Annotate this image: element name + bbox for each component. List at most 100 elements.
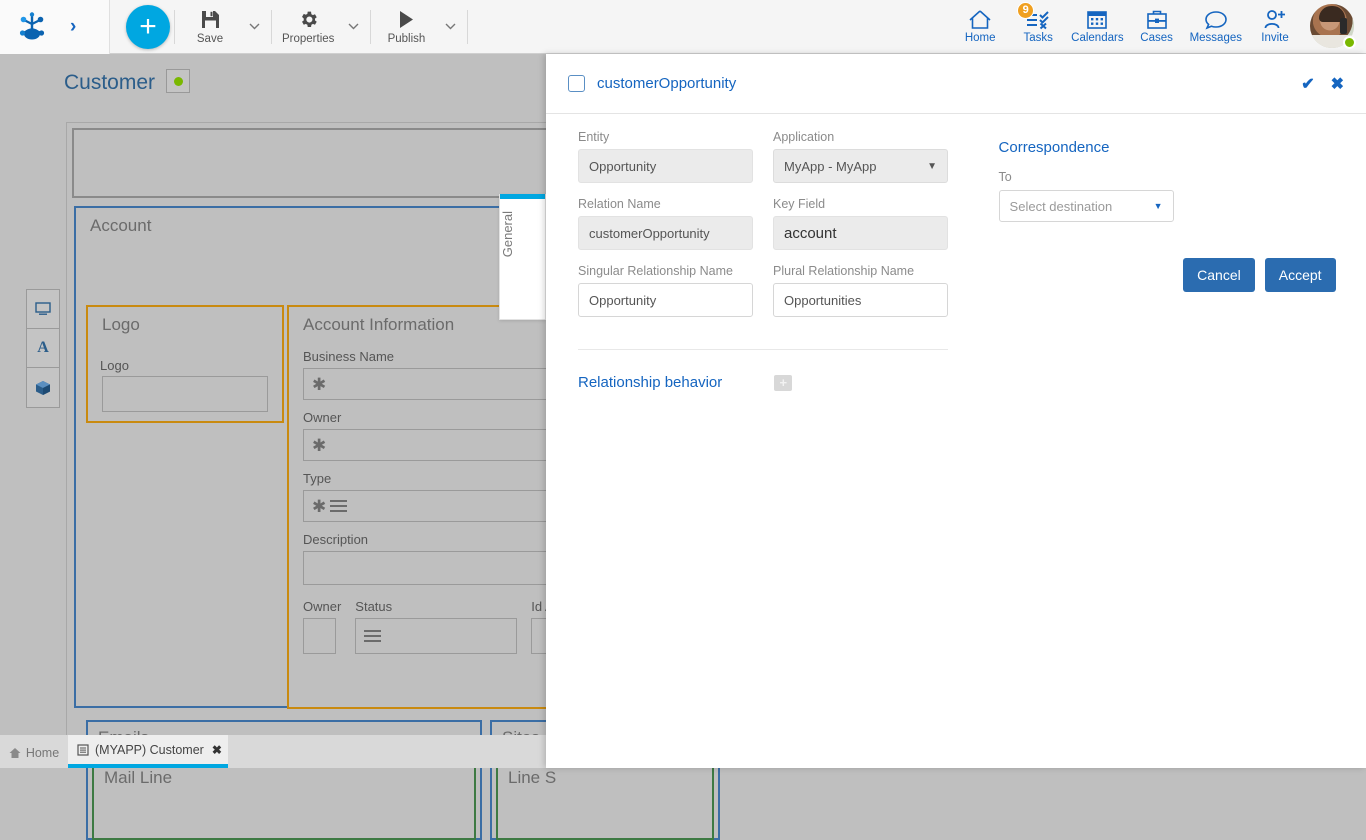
publish-button[interactable]: Publish [375, 2, 437, 52]
chevron-down-icon: ▼ [927, 161, 937, 172]
dialog-fields-column: Entity Opportunity Application MyApp - M… [578, 130, 971, 391]
person-add-icon [1263, 9, 1287, 30]
field-value-singular-relationship-name[interactable]: Opportunity [578, 283, 753, 317]
toolbar-divider [370, 10, 371, 44]
status-dot [174, 77, 183, 86]
nav-messages-label: Messages [1190, 32, 1242, 44]
field-value-application[interactable]: MyApp - MyApp ▼ [773, 149, 948, 183]
tasks-badge: 9 [1017, 2, 1034, 19]
field-label-application: Application [773, 130, 948, 144]
dialog-title: customerOpportunity [597, 75, 736, 92]
tab-close-icon[interactable]: ✖ [212, 743, 222, 757]
nav-tasks[interactable]: 9 Tasks [1009, 1, 1067, 53]
close-icon[interactable]: ✖ [1331, 74, 1344, 94]
dialog-body: Entity Opportunity Application MyApp - M… [546, 114, 1366, 768]
field-value-plural-relationship-name[interactable]: Opportunities [773, 283, 948, 317]
correspondence-column: Correspondence To Select destination ▼ C… [971, 130, 1344, 391]
field-input-logo[interactable] [102, 376, 268, 412]
cube-icon[interactable] [27, 368, 59, 407]
accept-button[interactable]: Accept [1265, 258, 1336, 292]
tab-myapp-customer[interactable]: (MYAPP) Customer ✖ [68, 735, 228, 768]
dialog-header-actions: ✔ ✖ [1301, 74, 1344, 94]
nav-home[interactable]: Home [951, 1, 1009, 53]
field-label-owner-2: Owner [303, 599, 341, 614]
cancel-button[interactable]: Cancel [1183, 258, 1255, 292]
nav-home-label: Home [965, 32, 996, 44]
avatar-status-dot [1343, 36, 1356, 49]
monitor-icon[interactable] [27, 290, 59, 329]
save-dropdown-chevron-down-icon[interactable] [241, 2, 267, 52]
relationship-behavior-link[interactable]: Relationship behavior [578, 374, 722, 391]
field-label-plural-relationship-name: Plural Relationship Name [773, 264, 948, 278]
tab-accent-bar [500, 194, 545, 199]
toolbar-divider [467, 10, 468, 44]
toolbar-right-nav: Home 9 Tasks Calendars [951, 0, 1366, 54]
field-value-relation-name[interactable]: customerOpportunity [578, 216, 753, 250]
knowledge-tree-logo[interactable] [16, 11, 48, 43]
field-value-entity[interactable]: Opportunity [578, 149, 753, 183]
save-label: Save [197, 33, 223, 45]
save-button[interactable]: Save [179, 2, 241, 52]
field-label-relation-name: Relation Name [578, 197, 753, 211]
add-behavior-button[interactable]: + [774, 375, 792, 391]
dialog-buttons: Cancel Accept [999, 258, 1336, 292]
save-icon [200, 9, 221, 30]
field-input-status[interactable] [355, 618, 517, 654]
dialog-divider [578, 349, 948, 350]
field-relation-name: Relation Name customerOpportunity [578, 197, 753, 250]
briefcase-icon [1146, 9, 1168, 30]
field-label-entity: Entity [578, 130, 753, 144]
page-title: Customer [64, 71, 155, 95]
required-asterisk-icon: ✱ [312, 437, 326, 454]
add-new-button[interactable]: + [126, 5, 170, 49]
required-asterisk-icon: ✱ [312, 498, 326, 515]
chat-bubble-icon [1204, 9, 1228, 30]
avatar[interactable] [1310, 4, 1356, 50]
home-icon [9, 747, 21, 759]
relationship-dialog: customerOpportunity ✔ ✖ Entity Opportuni… [546, 54, 1366, 768]
field-entity: Entity Opportunity [578, 130, 753, 183]
field-key-field: Key Field account [773, 197, 948, 250]
field-singular-relationship-name: Singular Relationship Name Opportunity [578, 264, 753, 317]
destination-placeholder: Select destination [1010, 199, 1113, 214]
required-asterisk-icon: ✱ [312, 376, 326, 393]
designer-group-line-s[interactable]: Line S [496, 760, 714, 840]
field-input-owner-2[interactable] [303, 618, 336, 654]
tab-home[interactable]: Home [0, 738, 68, 768]
list-menu-icon[interactable] [364, 627, 381, 645]
bottom-tabbar: Home (MYAPP) Customer ✖ [0, 735, 546, 768]
field-plural-relationship-name: Plural Relationship Name Opportunities [773, 264, 948, 317]
field-value-key-field[interactable]: account [773, 216, 948, 250]
main-toolbar: › + Save Properties Publish Home [0, 0, 1366, 54]
nav-invite-label: Invite [1261, 32, 1289, 44]
field-label-singular-relationship-name: Singular Relationship Name [578, 264, 753, 278]
play-icon [396, 9, 417, 30]
check-icon[interactable]: ✔ [1301, 74, 1314, 94]
field-application: Application MyApp - MyApp ▼ [773, 130, 948, 183]
field-label-logo: Logo [100, 358, 129, 373]
dialog-select-checkbox[interactable] [568, 75, 585, 92]
field-label-status: Status [355, 599, 517, 614]
sidebar-expand-icon[interactable]: › [70, 17, 76, 36]
dialog-header: customerOpportunity ✔ ✖ [546, 54, 1366, 114]
text-a-icon[interactable]: A [27, 329, 59, 368]
relationship-behavior-row: Relationship behavior + [578, 374, 971, 391]
properties-button[interactable]: Properties [276, 2, 340, 52]
toolbar-divider [174, 10, 175, 44]
destination-select[interactable]: Select destination ▼ [999, 190, 1174, 222]
publish-dropdown-chevron-down-icon[interactable] [437, 2, 463, 52]
list-menu-icon[interactable] [330, 497, 347, 515]
properties-label: Properties [282, 33, 334, 45]
nav-messages[interactable]: Messages [1186, 1, 1246, 53]
calendar-icon [1086, 9, 1108, 30]
tab-general[interactable]: General [499, 194, 546, 320]
document-icon [77, 744, 89, 756]
properties-dropdown-chevron-down-icon[interactable] [340, 2, 366, 52]
nav-invite[interactable]: Invite [1246, 1, 1304, 53]
status-badge [166, 69, 190, 93]
designer-group-mail-line[interactable]: Mail Line [92, 760, 476, 840]
nav-calendars[interactable]: Calendars [1067, 1, 1127, 53]
tab-home-label: Home [26, 746, 59, 760]
designer-tool-rail: A [26, 289, 60, 408]
nav-cases[interactable]: Cases [1128, 1, 1186, 53]
